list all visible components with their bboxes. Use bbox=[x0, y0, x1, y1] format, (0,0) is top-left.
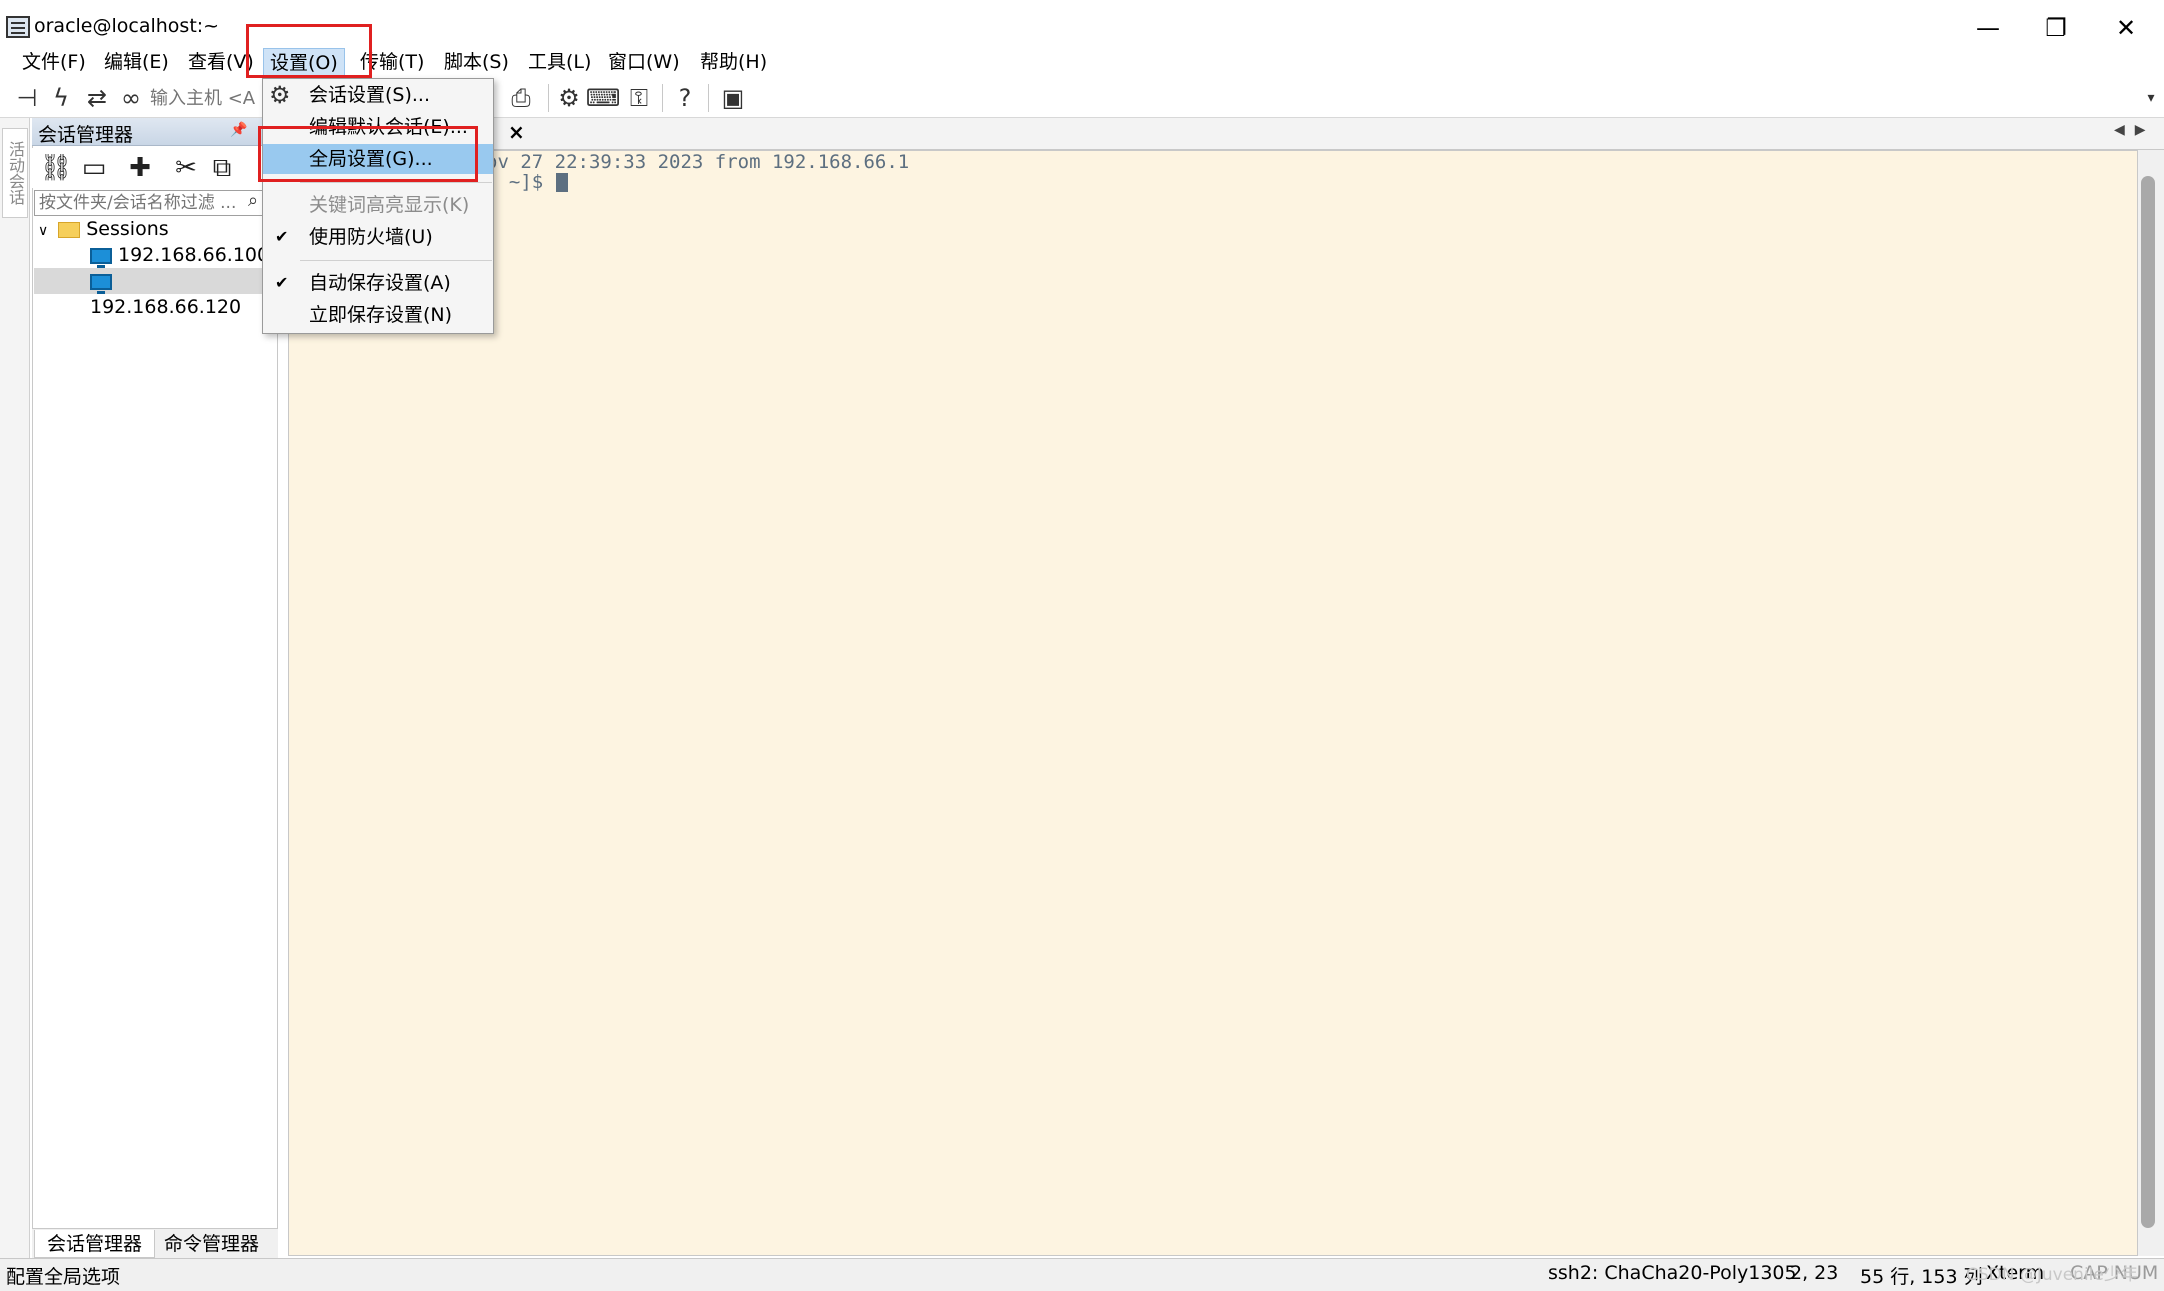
toolbar-separator bbox=[662, 84, 663, 112]
menu-item-session-settings[interactable]: ⚙ 会话设置(S)... bbox=[263, 80, 493, 110]
connect-link-icon[interactable]: ⛓ bbox=[40, 152, 73, 184]
copy-icon[interactable]: ⧉ bbox=[206, 152, 238, 184]
menu-tools[interactable]: 工具(L) bbox=[522, 48, 597, 76]
session-label: 192.168.66.100 bbox=[118, 244, 270, 266]
menu-item-keyword-highlight: 关键词高亮显示(K) bbox=[263, 190, 493, 220]
menu-item-save-now[interactable]: 立即保存设置(N) bbox=[263, 300, 493, 330]
active-sessions-tab[interactable]: 活动会话 bbox=[2, 128, 28, 218]
menu-item-label: 使用防火墙(U) bbox=[309, 226, 433, 248]
help-icon[interactable]: ? bbox=[668, 82, 702, 114]
link-icon[interactable]: ∞ bbox=[114, 82, 148, 114]
close-button[interactable]: ✕ bbox=[2096, 10, 2156, 46]
toolbar-separator bbox=[708, 84, 709, 112]
tree-session-item-selected[interactable]: 192.168.66.120 bbox=[34, 268, 266, 318]
close-tab-icon[interactable]: × bbox=[508, 120, 525, 144]
toolbar-separator bbox=[548, 84, 549, 112]
menu-help[interactable]: 帮助(H) bbox=[694, 48, 773, 76]
terminal-tab-bar bbox=[282, 118, 2164, 150]
new-tab-icon[interactable]: ▭ bbox=[78, 152, 110, 184]
monitor-icon bbox=[90, 273, 112, 294]
menu-item-label: 关键词高亮显示(K) bbox=[309, 194, 470, 216]
menu-script[interactable]: 脚本(S) bbox=[438, 48, 515, 76]
key-icon[interactable]: ⚿ bbox=[622, 82, 656, 114]
monitor-icon bbox=[90, 247, 112, 268]
pin-icon[interactable]: 📌 bbox=[230, 122, 247, 138]
window-title: oracle@localhost:~ bbox=[34, 15, 220, 37]
tab-scroll-arrows-icon[interactable]: ◀▶ bbox=[2114, 122, 2156, 138]
chevron-down-icon[interactable]: ∨ bbox=[38, 223, 48, 239]
check-icon: ✔ bbox=[275, 273, 289, 292]
menu-item-auto-save[interactable]: ✔ 自动保存设置(A) bbox=[263, 268, 493, 298]
menu-edit[interactable]: 编辑(E) bbox=[98, 48, 175, 76]
check-icon: ✔ bbox=[275, 227, 289, 246]
terminal-line: ov 27 22:39:33 2023 from 192.168.66.1 bbox=[486, 151, 910, 173]
app-icon bbox=[6, 16, 30, 38]
menu-item-label: 立即保存设置(N) bbox=[309, 304, 453, 326]
status-cursor-position: 2, 23 bbox=[1790, 1262, 1839, 1284]
reconnect-icon[interactable]: ⇄ bbox=[80, 82, 114, 114]
connect-tree-icon[interactable]: ⊣ bbox=[10, 82, 44, 114]
menu-item-use-firewall[interactable]: ✔ 使用防火墙(U) bbox=[263, 222, 493, 252]
gear-icon[interactable]: ⚙ bbox=[552, 82, 586, 114]
gear-icon: ⚙ bbox=[269, 81, 291, 109]
watermark: CSDN @Juvenile少年 bbox=[1966, 1265, 2138, 1285]
print-icon[interactable]: ⎙ bbox=[504, 82, 538, 114]
status-bar bbox=[0, 1258, 2164, 1291]
quick-connect-icon[interactable]: ϟ bbox=[44, 82, 78, 114]
cut-icon[interactable]: ✂ bbox=[170, 152, 202, 184]
side-strip bbox=[0, 118, 30, 1258]
annotation-box-settings-menu bbox=[246, 24, 372, 78]
scrollbar-thumb[interactable] bbox=[2141, 176, 2155, 1228]
tree-folder-label: Sessions bbox=[86, 218, 169, 240]
screen-icon[interactable]: ▣ bbox=[716, 82, 750, 114]
menu-window[interactable]: 窗口(W) bbox=[602, 48, 686, 76]
terminal-cursor bbox=[556, 173, 568, 192]
host-input[interactable] bbox=[150, 84, 260, 112]
tab-command-manager[interactable]: 命令管理器 bbox=[152, 1230, 271, 1258]
annotation-box-global-settings bbox=[258, 126, 478, 182]
menu-item-label: 会话设置(S)... bbox=[309, 84, 431, 106]
terminal-prompt: : ~]$ bbox=[486, 171, 555, 193]
search-icon[interactable]: ⌕ bbox=[248, 190, 258, 211]
tree-folder-sessions[interactable]: ∨ Sessions bbox=[38, 216, 169, 242]
minimize-button[interactable]: — bbox=[1958, 10, 2018, 46]
folder-icon bbox=[58, 221, 81, 238]
tree-session-item[interactable]: 192.168.66.100 bbox=[90, 242, 269, 268]
session-label: 192.168.66.120 bbox=[90, 296, 242, 318]
tab-session-manager[interactable]: 会话管理器 bbox=[34, 1230, 156, 1258]
menu-file[interactable]: 文件(F) bbox=[16, 48, 92, 76]
menu-separator bbox=[300, 260, 492, 261]
menu-separator bbox=[300, 182, 492, 183]
toolbar-overflow-icon[interactable]: ▾ bbox=[2134, 82, 2164, 114]
add-session-icon[interactable]: ✚ bbox=[124, 152, 156, 184]
status-protocol: ssh2: ChaCha20-Poly1305 bbox=[1548, 1262, 1797, 1284]
status-terminal-size: 55 行, 153 列 bbox=[1860, 1266, 1983, 1288]
terminal-area[interactable] bbox=[288, 150, 2138, 1256]
menu-item-label: 自动保存设置(A) bbox=[309, 272, 451, 294]
status-hint: 配置全局选项 bbox=[6, 1266, 121, 1288]
session-filter-input[interactable] bbox=[34, 190, 272, 216]
keyboard-icon[interactable]: ⌨ bbox=[586, 82, 621, 114]
maximize-button[interactable]: ❐ bbox=[2026, 10, 2086, 46]
session-manager-title: 会话管理器 bbox=[38, 124, 134, 146]
